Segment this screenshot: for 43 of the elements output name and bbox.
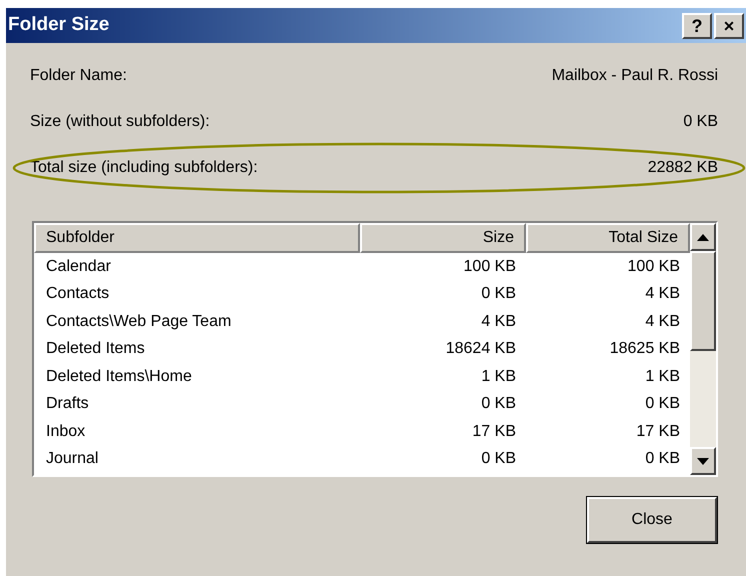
down-arrow-icon bbox=[697, 458, 709, 464]
size-cell-text: 0 KB bbox=[644, 394, 681, 414]
size-cell-text: 100 KB bbox=[462, 256, 517, 277]
scroll-down-button[interactable] bbox=[690, 447, 716, 475]
field-value: 22882 KB bbox=[648, 158, 718, 178]
size-cell-text: 17 KB bbox=[635, 422, 681, 442]
column-header[interactable]: Size bbox=[360, 223, 526, 253]
size-cell-text: 1 KB bbox=[480, 366, 517, 387]
scrollbar[interactable] bbox=[690, 223, 716, 475]
size-cell-text: 1 KB bbox=[644, 366, 681, 387]
field-value: Mailbox - Paul R. Rossi bbox=[552, 66, 718, 86]
column-header[interactable]: Total Size bbox=[526, 223, 690, 253]
size-cell-text: 18625 KB bbox=[608, 339, 681, 360]
scroll-thumb[interactable] bbox=[690, 251, 716, 351]
up-arrow-icon bbox=[697, 234, 709, 240]
field-label: Folder Name: bbox=[30, 66, 127, 86]
size-cell-text: 100 KB bbox=[626, 256, 681, 277]
help-button[interactable]: ? bbox=[682, 12, 712, 38]
folder-name-cell-text: Drafts bbox=[45, 394, 90, 414]
close-button[interactable]: × bbox=[714, 12, 744, 38]
size-cell-text: 17 KB bbox=[471, 422, 517, 442]
folder-name-cell-text: Contacts\Web Page Team bbox=[45, 312, 232, 332]
column-header[interactable]: Subfolder bbox=[34, 223, 360, 253]
field-label: Total size (including subfolders): bbox=[30, 158, 258, 178]
folder-name-cell-text: Calendar bbox=[45, 256, 112, 277]
field-value: 0 KB bbox=[683, 112, 718, 132]
folder-name-cell-text: Journal bbox=[45, 449, 100, 470]
size-cell-text: 0 KB bbox=[480, 449, 517, 470]
size-cell-text: 18624 KB bbox=[444, 339, 517, 360]
size-cell-text: 0 KB bbox=[644, 449, 681, 470]
scroll-up-button[interactable] bbox=[690, 223, 716, 251]
folder-name-cell-text: Deleted Items\Home bbox=[45, 366, 193, 387]
size-cell-text: 4 KB bbox=[644, 284, 681, 304]
folder-name-cell-text: Contacts bbox=[45, 284, 110, 304]
field-label: Size (without subfolders): bbox=[30, 112, 210, 132]
folder-name-cell-text: Deleted Items bbox=[45, 339, 146, 360]
window-title: Folder Size bbox=[8, 13, 110, 38]
size-cell-text: 4 KB bbox=[480, 312, 517, 332]
size-cell-text: 4 KB bbox=[644, 312, 681, 332]
folder-name-cell-text: Inbox bbox=[45, 422, 86, 442]
size-cell-text: 0 KB bbox=[480, 284, 517, 304]
close-dialog-button[interactable]: Close bbox=[587, 497, 717, 543]
size-cell-text: 0 KB bbox=[480, 394, 517, 414]
